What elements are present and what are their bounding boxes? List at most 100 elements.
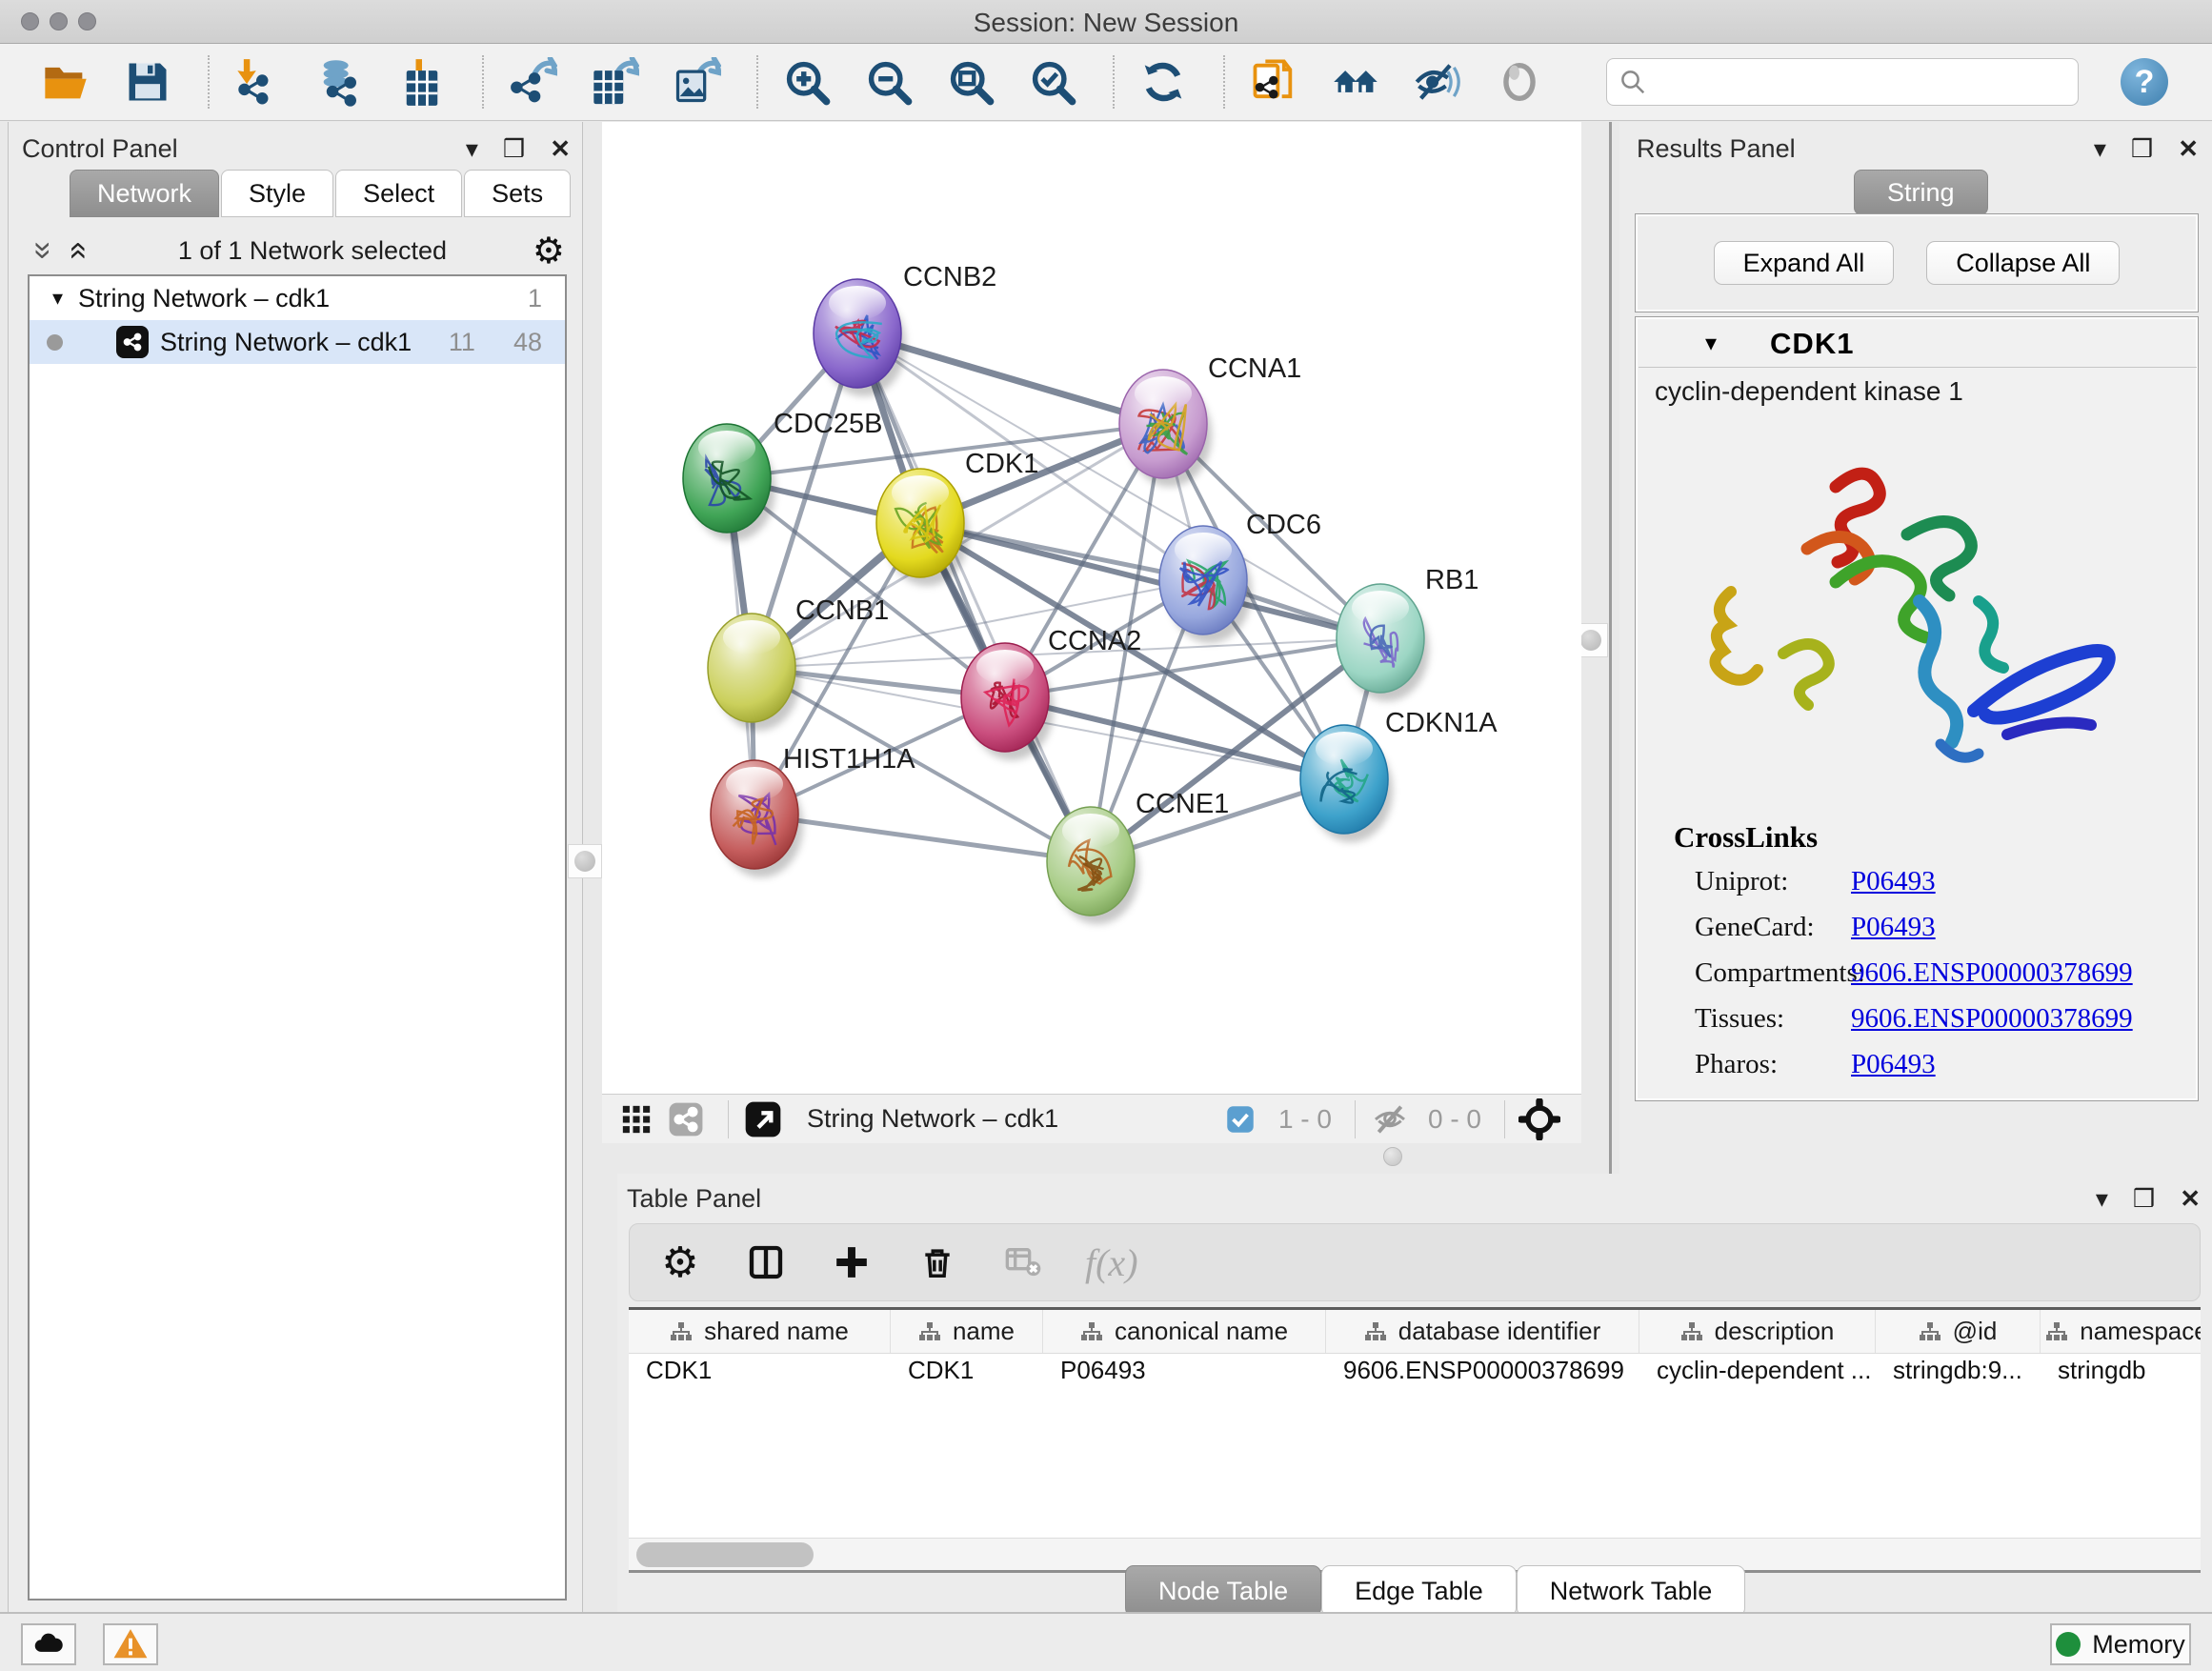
node-CDC6[interactable] <box>1159 526 1252 643</box>
cell-canonical-name[interactable]: P06493 <box>1043 1354 1326 1392</box>
zoom-fit-button[interactable] <box>941 52 1000 111</box>
open-in-window-icon[interactable] <box>742 1100 784 1138</box>
tab-style[interactable]: Style <box>221 170 333 217</box>
export-table-button[interactable] <box>585 52 644 111</box>
zoom-selected-button[interactable] <box>1023 52 1082 111</box>
function-builder-icon: f(x) <box>1085 1238 1138 1286</box>
tab-node-table[interactable]: Node Table <box>1125 1565 1321 1617</box>
panel-menu-icon[interactable]: ▾ <box>2096 1186 2108 1211</box>
search-input[interactable] <box>1647 67 2047 98</box>
tab-string[interactable]: String <box>1854 170 1988 215</box>
column-header-description[interactable]: description <box>1639 1310 1876 1353</box>
tab-network-table[interactable]: Network Table <box>1517 1565 1746 1617</box>
node-expander-icon[interactable]: ▾ <box>1705 330 1717 357</box>
hidden-eye-icon[interactable] <box>1369 1100 1411 1138</box>
hidden-count-badge: 0 - 0 <box>1428 1104 1481 1135</box>
network-canvas[interactable]: CCNB2CCNA1CDC25BCDK1CDC6RB1CCNB1CCNA2CDK… <box>602 122 1581 1094</box>
node-HIST1H1A[interactable] <box>711 760 803 877</box>
tab-select[interactable]: Select <box>335 170 462 217</box>
refresh-layout-button[interactable] <box>1134 52 1193 111</box>
node-CDK1[interactable] <box>876 469 969 586</box>
tab-network[interactable]: Network <box>70 170 219 217</box>
panel-close-icon[interactable]: ✕ <box>2180 1186 2201 1211</box>
results-panel-divider[interactable] <box>1609 122 1612 1174</box>
birds-eye-target-icon[interactable] <box>1518 1100 1560 1138</box>
node-table: shared namenamecanonical namedatabase id… <box>629 1307 2201 1538</box>
tab-edge-table[interactable]: Edge Table <box>1321 1565 1517 1617</box>
zoom-in-button[interactable] <box>777 52 836 111</box>
zoom-out-button[interactable] <box>859 52 918 111</box>
tab-sets[interactable]: Sets <box>464 170 571 217</box>
edge-HIST1H1A-CCNE1[interactable] <box>754 815 1091 861</box>
panel-menu-icon[interactable]: ▾ <box>466 136 478 161</box>
import-network-database-button[interactable] <box>311 52 370 111</box>
node-CCNB2[interactable] <box>814 279 906 396</box>
memory-button[interactable]: Memory <box>2050 1623 2191 1665</box>
node-RB1[interactable] <box>1337 584 1429 701</box>
import-network-file-button[interactable] <box>229 52 288 111</box>
node-CCNB1[interactable] <box>708 614 800 731</box>
export-image-button[interactable] <box>667 52 726 111</box>
selected-checkbox-icon[interactable] <box>1219 1100 1261 1138</box>
crosslink-link[interactable]: 9606.ENSP00000378699 <box>1851 957 2133 989</box>
warning-status-button[interactable] <box>103 1623 158 1665</box>
node-CCNA1[interactable] <box>1119 370 1212 487</box>
left-splitter-handle[interactable] <box>568 844 602 878</box>
export-network-button[interactable] <box>503 52 562 111</box>
network-options-gear-icon[interactable]: ⚙ <box>533 230 565 272</box>
column-header-@id[interactable]: @id <box>1876 1310 2041 1353</box>
column-header-canonical-name[interactable]: canonical name <box>1043 1310 1326 1353</box>
node-CCNA2[interactable] <box>961 643 1054 760</box>
cell-namespace[interactable]: stringdb <box>2041 1354 2201 1392</box>
panel-menu-icon[interactable]: ▾ <box>2094 136 2106 161</box>
network-collection-row[interactable]: ▾ String Network – cdk1 1 <box>30 276 565 320</box>
hide-selected-button[interactable] <box>1408 52 1467 111</box>
collection-expander-icon[interactable]: ▾ <box>52 286 63 311</box>
import-table-button[interactable] <box>392 52 452 111</box>
panel-float-icon[interactable]: ❒ <box>2133 1186 2155 1211</box>
open-session-button[interactable] <box>36 52 95 111</box>
crosslink-link[interactable]: P06493 <box>1851 866 1936 897</box>
crosslink-link[interactable]: P06493 <box>1851 1049 1936 1080</box>
first-neighbors-button[interactable] <box>1326 52 1385 111</box>
node-CCNE1[interactable] <box>1047 807 1139 924</box>
crosslink-link[interactable]: 9606.ENSP00000378699 <box>1851 1003 2133 1035</box>
add-column-icon[interactable] <box>828 1238 875 1286</box>
expand-all-button[interactable]: Expand All <box>1714 241 1895 285</box>
column-header-name[interactable]: name <box>891 1310 1043 1353</box>
cell-name[interactable]: CDK1 <box>891 1354 1043 1392</box>
edge-CCNB2-CCNE1[interactable] <box>857 333 1091 861</box>
save-session-button[interactable] <box>118 52 177 111</box>
table-splitter-handle[interactable] <box>1383 1147 1402 1166</box>
panel-close-icon[interactable]: ✕ <box>550 136 571 161</box>
network-status-dot <box>47 334 63 351</box>
new-network-from-selection-button[interactable] <box>1244 52 1303 111</box>
column-header-database-identifier[interactable]: database identifier <box>1326 1310 1639 1353</box>
table-row[interactable]: CDK1CDK1P064939606.ENSP00000378699cyclin… <box>629 1354 2201 1392</box>
crosslink-link[interactable]: P06493 <box>1851 912 1936 943</box>
network-row[interactable]: String Network – cdk1 11 48 <box>30 320 565 364</box>
column-header-shared-name[interactable]: shared name <box>629 1310 891 1353</box>
cell-shared-name[interactable]: CDK1 <box>629 1354 891 1392</box>
cell-@id[interactable]: stringdb:9... <box>1876 1354 2041 1392</box>
cell-description[interactable]: cyclin-dependent ... <box>1639 1354 1876 1392</box>
panel-float-icon[interactable]: ❒ <box>2131 136 2153 161</box>
panel-close-icon[interactable]: ✕ <box>2178 136 2199 161</box>
delete-column-icon[interactable] <box>914 1238 961 1286</box>
collapse-all-button[interactable]: Collapse All <box>1926 241 2120 285</box>
help-button[interactable]: ? <box>2121 58 2168 106</box>
column-header-namespace[interactable]: namespace <box>2041 1310 2201 1353</box>
cloud-status-button[interactable] <box>21 1623 76 1665</box>
node-CDKN1A[interactable] <box>1300 725 1393 842</box>
network-overview-icon[interactable] <box>665 1100 707 1138</box>
panel-float-icon[interactable]: ❒ <box>503 136 525 161</box>
cell-database-identifier[interactable]: 9606.ENSP00000378699 <box>1326 1354 1639 1392</box>
expand-all-networks-icon[interactable]: » <box>60 234 92 267</box>
show-columns-icon[interactable] <box>742 1238 790 1286</box>
grid-view-icon[interactable] <box>615 1100 657 1138</box>
search-box[interactable] <box>1606 58 2079 106</box>
table-settings-gear-icon[interactable]: ⚙ <box>656 1238 704 1286</box>
collapse-all-networks-icon[interactable]: » <box>28 234 60 267</box>
table-hscrollbar-thumb[interactable] <box>636 1542 814 1567</box>
show-all-button[interactable] <box>1490 52 1549 111</box>
